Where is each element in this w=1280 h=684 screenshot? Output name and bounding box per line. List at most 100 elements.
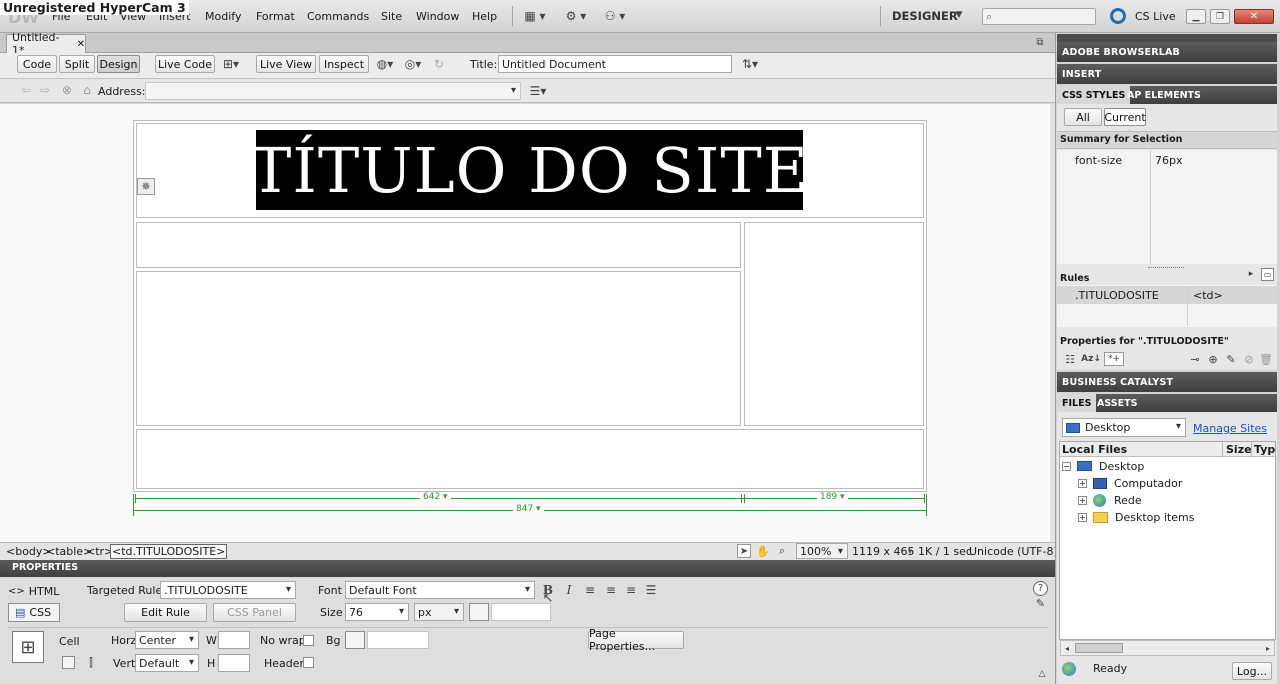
anchor-marker-icon[interactable]: ✵ — [137, 178, 155, 195]
menu-window[interactable]: Window — [416, 10, 459, 23]
business-catalyst-header[interactable]: BUSINESS CATALYST — [1057, 372, 1277, 392]
attach-stylesheet-icon[interactable]: ⊸ — [1188, 352, 1202, 366]
edit-rule-button[interactable]: Edit Rule — [124, 603, 207, 622]
show-category-view-icon[interactable]: ☷ — [1062, 352, 1078, 366]
tag-body[interactable]: <body> — [6, 545, 52, 558]
align-justify-icon[interactable]: ☰ — [643, 582, 659, 598]
site-select[interactable]: Desktop — [1062, 418, 1186, 437]
html-mode-button[interactable]: <> HTML — [8, 583, 60, 599]
tab-files[interactable]: FILES — [1057, 394, 1097, 412]
zoom-tool-icon[interactable]: ⌕ — [775, 544, 789, 558]
sidebar-cell[interactable] — [744, 222, 924, 426]
live-code-button[interactable]: Live Code — [155, 55, 215, 73]
forward-arrow-icon[interactable]: ⇨ — [38, 82, 52, 98]
window-size-chevron-icon[interactable]: ▾ — [906, 545, 914, 557]
nav-cell[interactable] — [136, 222, 741, 268]
italic-icon[interactable]: I — [562, 582, 576, 598]
inspect-button[interactable]: Inspect — [319, 55, 369, 73]
header-checkbox[interactable] — [303, 657, 314, 668]
insert-panel-header[interactable]: INSERT — [1057, 64, 1277, 84]
width-label-total[interactable]: 847 ▾ — [513, 504, 544, 514]
cs-live-label[interactable]: CS Live — [1135, 10, 1176, 23]
page-properties-button[interactable]: Page Properties... — [588, 627, 684, 653]
align-center-icon[interactable]: ≡ — [603, 582, 619, 598]
tree-item-computador[interactable]: + Computador — [1078, 475, 1182, 491]
edit-style-icon[interactable]: ✎ — [1224, 352, 1238, 366]
zoom-select[interactable]: 100% — [796, 543, 848, 559]
preview-browser-icon[interactable]: ◍▾ — [374, 55, 396, 73]
panel-restore-icon[interactable]: ⧉ — [1034, 36, 1046, 48]
design-view-button[interactable]: Design — [97, 55, 140, 73]
collapse-properties-icon[interactable]: △ — [1036, 668, 1048, 680]
align-right-icon[interactable]: ≡ — [623, 582, 639, 598]
horz-select[interactable]: Center — [135, 631, 199, 649]
bg-color-swatch[interactable] — [345, 631, 365, 649]
tree-item-rede[interactable]: + Rede — [1078, 492, 1142, 508]
show-list-view-icon[interactable]: Az↓ — [1081, 352, 1101, 366]
css-mode-button[interactable]: ▤ CSS — [8, 603, 60, 622]
site-sitemap-icon[interactable]: ⚇ ▾ — [600, 7, 630, 25]
nowrap-checkbox[interactable] — [303, 635, 314, 646]
width-label-side[interactable]: 189 ▾ — [817, 492, 848, 502]
css-panel-button[interactable]: CSS Panel — [213, 603, 296, 622]
summary-value[interactable]: 76px — [1155, 154, 1183, 167]
height-input[interactable] — [218, 654, 250, 672]
summary-resize-grip[interactable] — [1148, 267, 1184, 269]
refresh-icon[interactable]: ↻ — [430, 55, 448, 73]
collapse-toggle-icon[interactable]: − — [1062, 461, 1071, 471]
properties-header[interactable] — [0, 560, 1055, 577]
log-button[interactable]: Log... — [1232, 662, 1272, 680]
new-css-rule-icon[interactable]: ⊕ — [1206, 352, 1220, 366]
vert-select[interactable]: Default — [135, 654, 199, 672]
menu-format[interactable]: Format — [256, 10, 295, 23]
code-view-button[interactable]: Code — [17, 55, 57, 73]
scroll-left-icon[interactable]: ◂ — [1062, 642, 1072, 654]
width-input[interactable] — [218, 631, 250, 649]
col-size[interactable]: Size — [1226, 443, 1252, 456]
menu-commands[interactable]: Commands — [307, 10, 369, 23]
targeted-rule-select[interactable]: .TITULODOSITE — [160, 581, 296, 599]
select-tool-icon[interactable]: ➤ — [737, 544, 751, 558]
workspace-chevron-icon[interactable]: ▼ — [954, 9, 964, 21]
menu-site[interactable]: Site — [381, 10, 402, 23]
document-tab[interactable]: Untitled-1* ✕ — [6, 31, 86, 57]
css-current-button[interactable]: Current — [1104, 108, 1146, 126]
layout-icon[interactable]: ▦ ▾ — [520, 7, 550, 25]
document-title-input[interactable]: Untitled Document — [498, 55, 732, 73]
tab-ap-elements[interactable]: AP ELEMENTS — [1122, 86, 1206, 104]
menu-help[interactable]: Help — [472, 10, 497, 23]
search-input[interactable]: ⌕ — [982, 8, 1096, 25]
content-cell[interactable] — [136, 271, 741, 426]
tab-css-styles[interactable]: CSS STYLES — [1057, 86, 1131, 104]
live-view-button[interactable]: Live View — [256, 55, 316, 73]
scroll-thumb[interactable] — [1075, 643, 1123, 653]
back-arrow-icon[interactable]: ⇦ — [19, 82, 33, 98]
tree-item-desktop[interactable]: − Desktop — [1062, 458, 1144, 474]
extend-gear-icon[interactable]: ⚙ ▾ — [561, 7, 591, 25]
minimize-icon[interactable]: ▁ — [1186, 9, 1206, 24]
close-window-icon[interactable]: ✕ — [1234, 9, 1274, 24]
close-tab-icon[interactable]: ✕ — [77, 39, 85, 50]
rules-view-icon-1[interactable]: ▸ — [1245, 268, 1257, 280]
visual-aids-icon[interactable]: ◎▾ — [402, 55, 424, 73]
address-input[interactable] — [145, 82, 521, 100]
delete-css-icon[interactable]: 🗑 — [1259, 352, 1273, 366]
workspace-switcher[interactable]: DESIGNER — [892, 9, 958, 23]
stop-icon[interactable]: ⊗ — [60, 82, 74, 98]
tag-td-selected[interactable]: <td.TITULODOSITE> — [110, 544, 228, 559]
text-color-swatch[interactable] — [469, 603, 489, 621]
restore-icon[interactable]: ❐ — [1210, 9, 1230, 24]
size-unit-select[interactable]: px — [414, 603, 464, 621]
home-icon[interactable]: ⌂ — [80, 82, 94, 98]
help-icon[interactable]: ? — [1033, 581, 1048, 596]
browser-compat-icon[interactable]: ⊞▾ — [219, 55, 243, 73]
adobe-browserlab-header[interactable]: ADOBE BROWSERLAB — [1057, 42, 1277, 62]
quick-tag-editor-icon[interactable]: ✎ — [1033, 596, 1048, 610]
bg-color-input[interactable] — [367, 631, 429, 649]
split-view-button[interactable]: Split — [59, 55, 95, 73]
footer-cell[interactable] — [136, 429, 924, 489]
scroll-right-icon[interactable]: ▸ — [1263, 642, 1273, 654]
hand-tool-icon[interactable]: ✋ — [756, 544, 770, 558]
font-select[interactable]: Default Font — [345, 581, 535, 599]
tree-item-desktop-items[interactable]: + Desktop items — [1078, 509, 1194, 525]
